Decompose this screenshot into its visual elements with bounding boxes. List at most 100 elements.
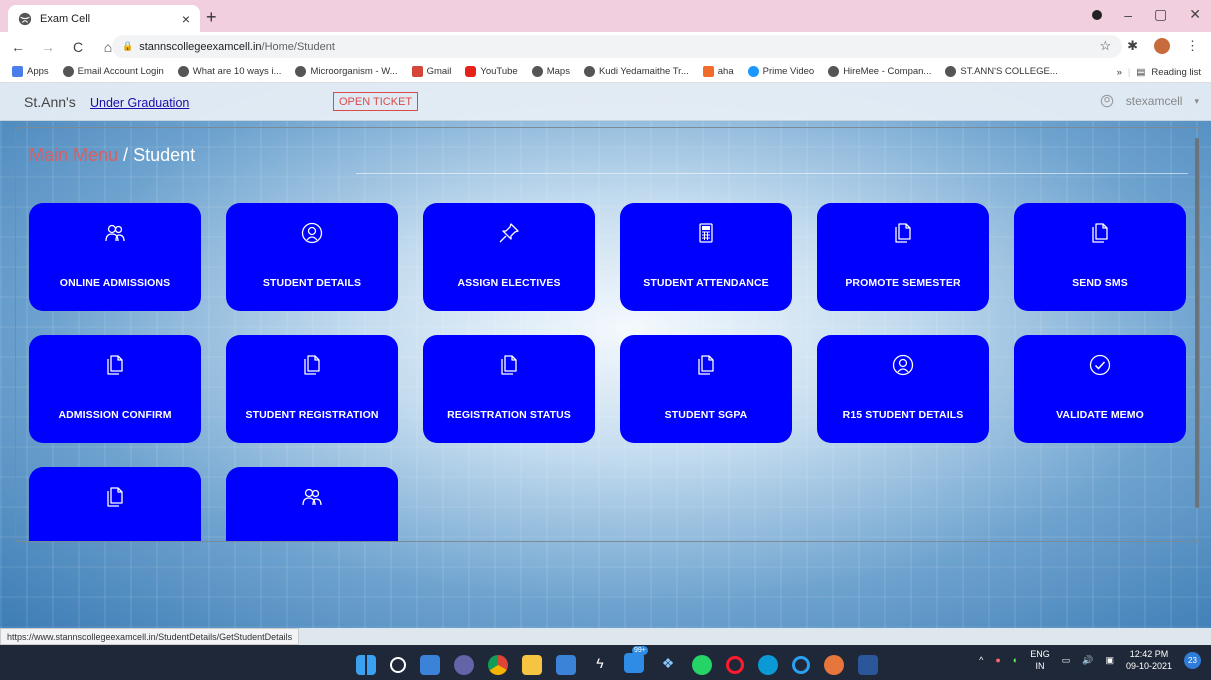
store-icon[interactable] [556, 654, 576, 675]
calculator-icon [699, 223, 713, 243]
reading-list-button[interactable]: Reading list [1151, 67, 1201, 78]
extensions-puzzle-icon[interactable]: ✱ [1127, 38, 1138, 54]
maximize-button[interactable]: ▢ [1154, 6, 1167, 23]
user-circle-icon [301, 222, 323, 244]
tile-promote-semester[interactable]: PROMOTE SEMESTER [817, 203, 989, 311]
browser-menu-icon[interactable]: ⋮ [1186, 38, 1199, 54]
open-ticket-button[interactable]: OPEN TICKET [333, 92, 419, 111]
tile-validate-memo[interactable]: VALIDATE MEMO [1014, 335, 1186, 443]
globe-icon [62, 66, 74, 77]
browser-tab[interactable]: Exam Cell × [8, 5, 200, 32]
display-icon[interactable]: ▭ [1062, 655, 1071, 666]
dropbox-icon[interactable]: ❖ [658, 654, 678, 675]
documents-icon [107, 355, 123, 375]
bookmark-item[interactable]: Email Account Login [62, 66, 164, 77]
windows-start-icon[interactable] [356, 654, 376, 675]
bookmark-gmail[interactable]: Gmail [411, 66, 451, 77]
new-tab-button[interactable]: + [206, 7, 217, 28]
file-explorer-icon[interactable] [522, 654, 542, 675]
status-bar-url: https://www.stannscollegeexamcell.in/Stu… [0, 628, 300, 645]
tile-assign-electives[interactable]: ASSIGN ELECTIVES [423, 203, 595, 311]
users-icon [105, 224, 125, 242]
chrome-icon[interactable] [488, 654, 508, 675]
lock-icon[interactable]: 🔒 [122, 41, 133, 52]
bookmark-apps[interactable]: Apps [12, 66, 49, 77]
prime-video-icon [747, 66, 759, 77]
bookmark-youtube[interactable]: YouTube [465, 66, 518, 77]
task-view-icon[interactable] [420, 654, 440, 675]
address-url[interactable]: stannscollegeexamcell.in/Home/Student [139, 41, 335, 53]
tile-admission-confirm[interactable]: ADMISSION CONFIRM [29, 335, 201, 443]
record-indicator-icon[interactable] [1092, 9, 1103, 20]
close-window-button[interactable]: ✕ [1189, 6, 1201, 23]
close-tab-icon[interactable]: × [182, 11, 190, 27]
documents-icon [501, 355, 517, 375]
breadcrumb-main-menu[interactable]: Main Menu [29, 145, 118, 165]
tile-registration-status[interactable]: REGISTRATION STATUS [423, 335, 595, 443]
tray-antivirus-icon[interactable]: ◐ [1013, 655, 1018, 665]
tile-label: VALIDATE MEMO [1056, 409, 1144, 421]
volume-icon[interactable]: 🔊 [1082, 655, 1093, 666]
bookmark-aha[interactable]: aha [702, 66, 734, 77]
bookmark-item[interactable]: What are 10 ways i... [177, 66, 281, 77]
tile-send-sms[interactable]: SEND SMS [1014, 203, 1186, 311]
battery-icon[interactable]: ▣ [1105, 655, 1114, 666]
breadcrumb-current: Student [133, 145, 196, 165]
edge-icon[interactable] [758, 654, 778, 675]
profile-avatar-icon[interactable] [1154, 38, 1170, 54]
check-circle-icon [1089, 354, 1111, 376]
address-bar[interactable]: 🔒 stannscollegeexamcell.in/Home/Student [112, 35, 1122, 58]
minimize-button[interactable]: – [1124, 7, 1132, 23]
bookmark-star-icon[interactable]: ☆ [1099, 38, 1111, 54]
vertical-scrollbar[interactable] [1195, 138, 1199, 508]
tile-student-registration[interactable]: STUDENT REGISTRATION [226, 335, 398, 443]
teams-chat-icon[interactable] [454, 654, 474, 675]
paint-icon[interactable] [824, 654, 844, 675]
breadcrumb: Main Menu / Student [29, 145, 195, 166]
tile-document[interactable] [29, 467, 201, 541]
bookmark-prime-video[interactable]: Prime Video [747, 66, 814, 77]
globe-icon [177, 66, 189, 77]
search-icon[interactable] [390, 656, 406, 673]
chevron-up-icon[interactable]: ^ [979, 655, 983, 665]
system-tray: ^ ● ◐ ENG IN ▭ 🔊 ▣ 12:42 PM 09-10-2021 23 [979, 648, 1201, 672]
tile-label: STUDENT REGISTRATION [245, 409, 379, 421]
browser-toolbar: ← → C ⌂ 🔒 stannscollegeexamcell.in/Home/… [0, 32, 1211, 61]
reading-list-icon[interactable]: ▤ [1136, 67, 1145, 78]
tile-student-attendance[interactable]: STUDENT ATTENDANCE [620, 203, 792, 311]
user-menu[interactable]: stexamcell ▾ [1100, 94, 1199, 108]
bookmark-item[interactable]: Kudi Yedamaithe Tr... [583, 66, 689, 77]
back-button[interactable]: ← [10, 39, 26, 55]
tile-users[interactable] [226, 467, 398, 541]
bookmark-item[interactable]: Microorganism - W... [295, 66, 398, 77]
brand-name[interactable]: St.Ann's [24, 94, 76, 110]
more-bookmarks-button[interactable]: » [1117, 67, 1122, 78]
tile-r15-student-details[interactable]: R15 STUDENT DETAILS [817, 335, 989, 443]
cortana-icon[interactable] [792, 655, 810, 674]
tile-student-sgpa[interactable]: STUDENT SGPA [620, 335, 792, 443]
opera-icon[interactable] [726, 655, 744, 674]
page-content: St.Ann's Under Graduation OPEN TICKET st… [0, 83, 1211, 628]
language-indicator[interactable]: ENG IN [1030, 648, 1050, 672]
breadcrumb-separator: / [118, 145, 134, 165]
divider [356, 173, 1188, 174]
winamp-icon[interactable]: ϟ [590, 654, 610, 675]
mail-app[interactable]: 99+ [624, 646, 648, 676]
tile-label: ASSIGN ELECTIVES [457, 277, 561, 289]
word-icon[interactable] [858, 654, 878, 675]
forward-button[interactable]: → [40, 39, 56, 55]
tile-online-admissions[interactable]: ONLINE ADMISSIONS [29, 203, 201, 311]
bookmark-maps[interactable]: Maps [531, 66, 570, 77]
tray-app-icon[interactable]: ● [995, 655, 1000, 665]
clock[interactable]: 12:42 PM 09-10-2021 [1126, 648, 1172, 672]
bookmark-item[interactable]: HireMee - Compan... [828, 66, 931, 77]
globe-icon [583, 66, 595, 77]
reload-button[interactable]: C [70, 39, 86, 55]
whatsapp-icon[interactable] [692, 654, 712, 675]
notification-count[interactable]: 23 [1184, 651, 1201, 669]
globe-icon [18, 12, 32, 25]
tile-student-details[interactable]: STUDENT DETAILS [226, 203, 398, 311]
nav-link-under-graduation[interactable]: Under Graduation [90, 96, 189, 110]
apps-grid-icon [12, 66, 23, 77]
bookmark-item[interactable]: ST.ANN'S COLLEGE... [945, 66, 1058, 77]
